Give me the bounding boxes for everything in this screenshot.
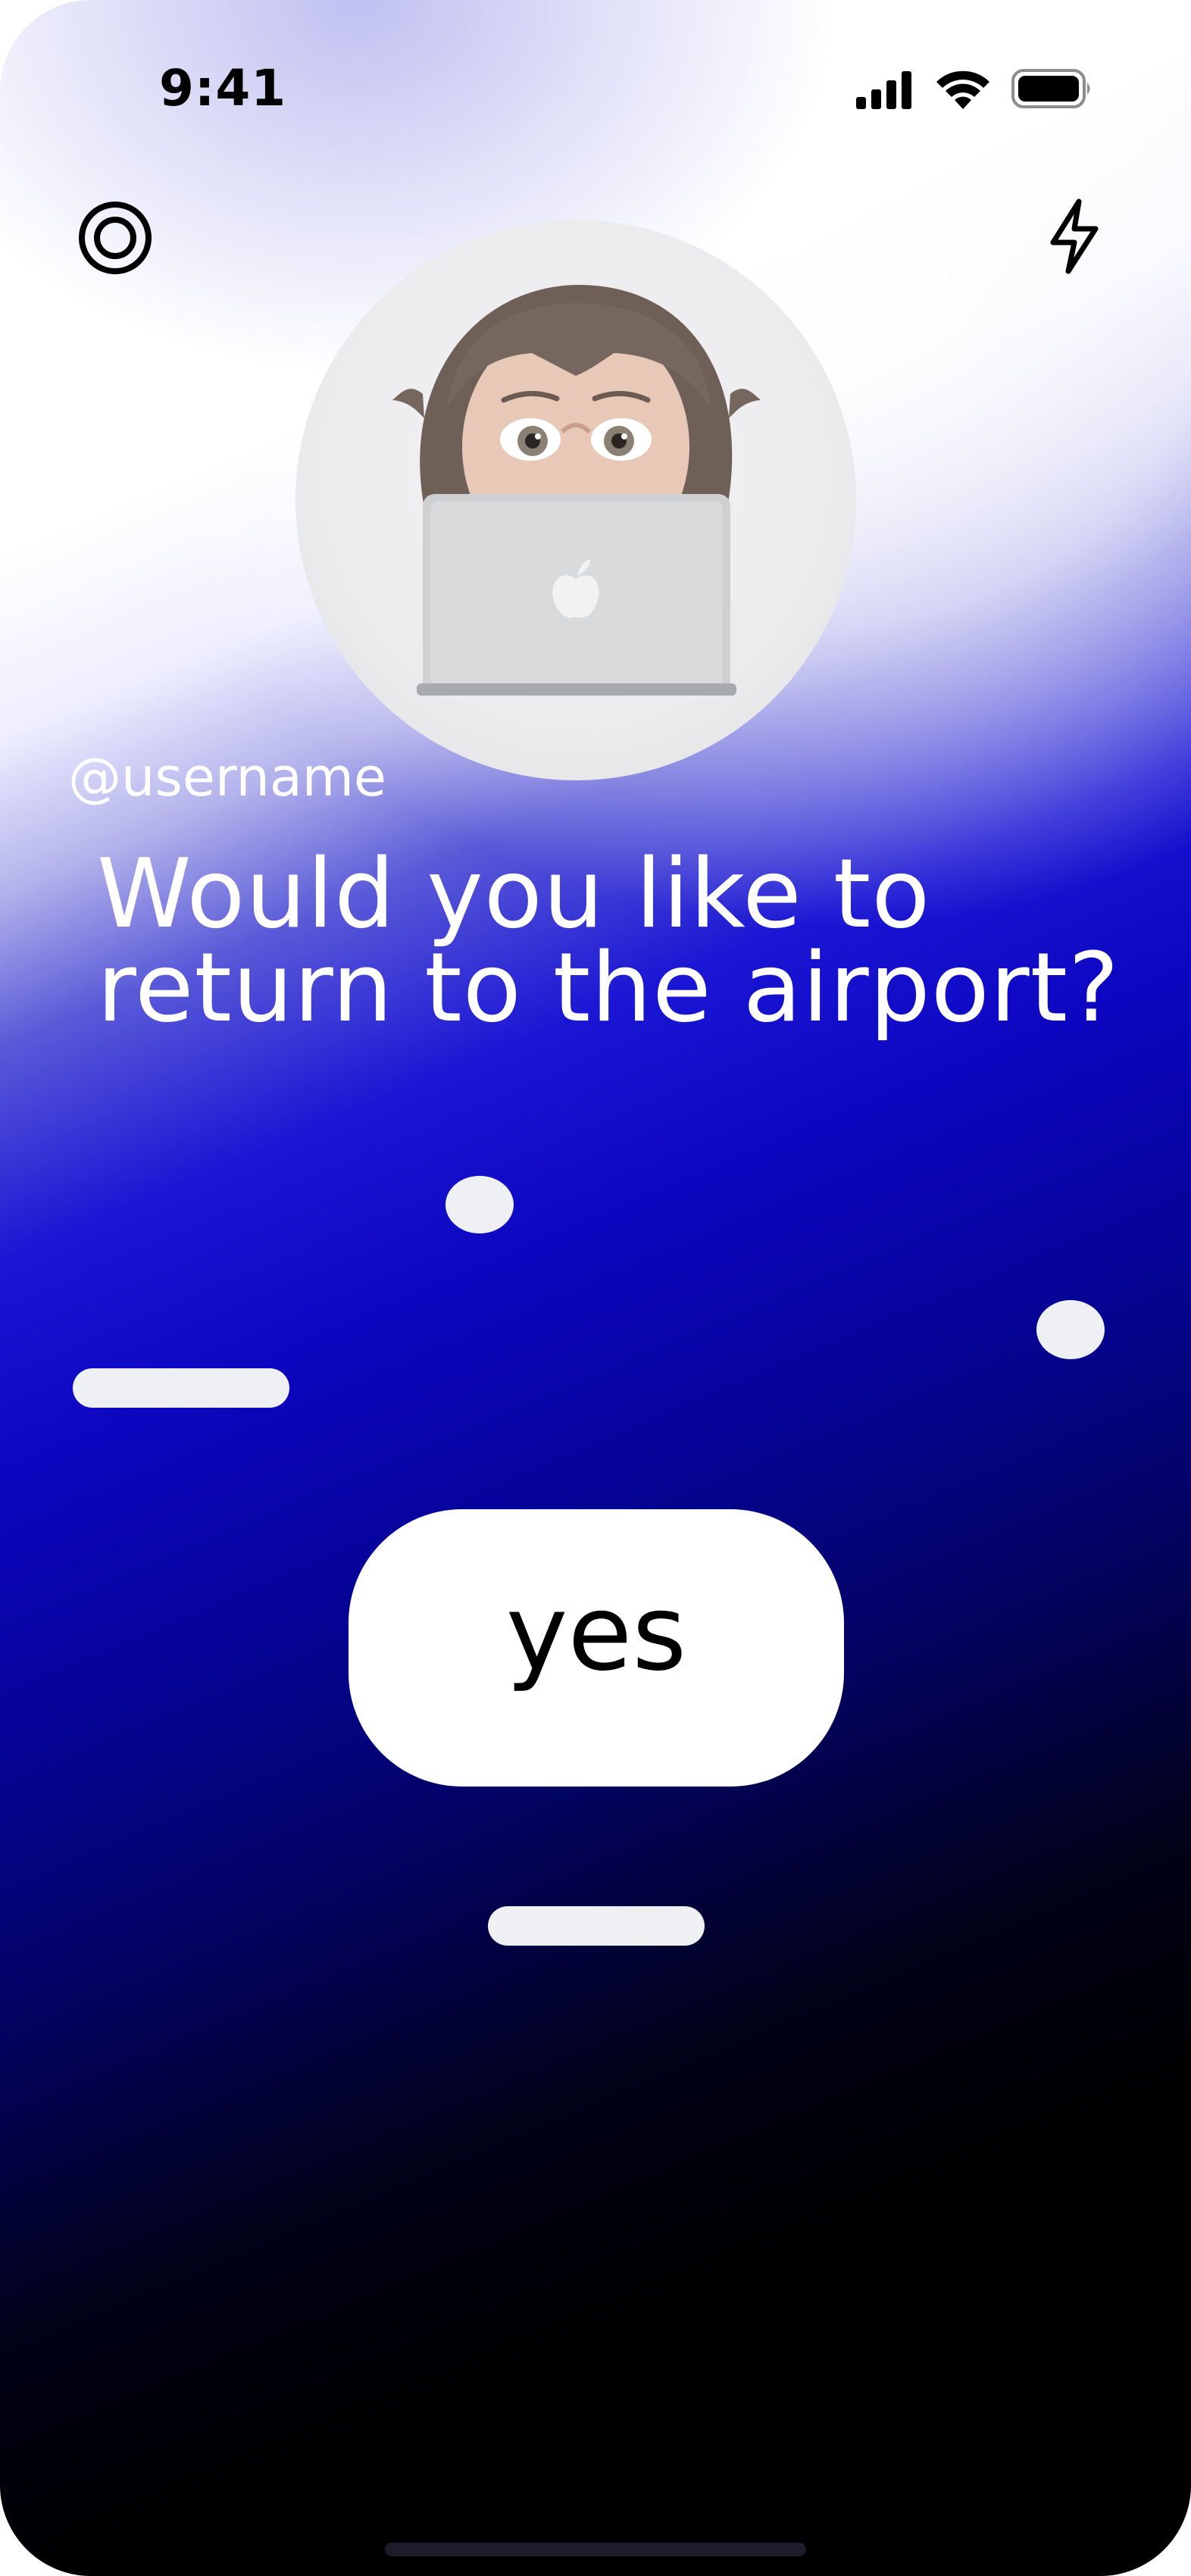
target-icon[interactable]	[76, 199, 155, 277]
app-screen: 9:41 @username Would you like to return …	[0, 0, 1191, 2576]
status-time: 9:41	[159, 59, 287, 117]
home-indicator[interactable]	[385, 2543, 806, 2556]
decorative-pill	[73, 1368, 289, 1408]
yes-button[interactable]: yes	[349, 1509, 844, 1787]
username: @username	[68, 746, 386, 808]
bolt-icon[interactable]	[1044, 199, 1105, 274]
signal-icon	[856, 71, 911, 109]
avatar	[295, 220, 856, 780]
question-title: Would you like to return to the airport?	[97, 838, 1120, 1043]
battery-icon	[1011, 69, 1090, 108]
decorative-dot	[1036, 1300, 1105, 1359]
decorative-dot	[445, 1176, 514, 1233]
memoji-avatar-icon	[392, 284, 761, 696]
decorative-pill	[488, 1906, 705, 1946]
wifi-icon	[936, 70, 989, 109]
